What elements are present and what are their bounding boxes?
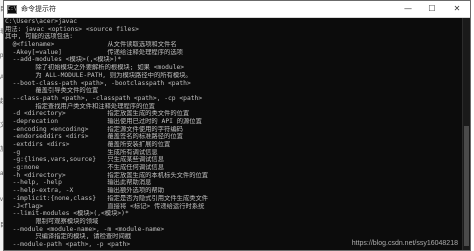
window-controls: — ☐ ✕ [396, 1, 470, 17]
console-line: -Akey[=value] 传递给注释处理程序的选项 [5, 48, 183, 56]
console-line: 用法: javac <options> <source files> [5, 25, 139, 33]
console-line: 为 ALL-MODULE-PATH, 则为模块路径中的所有模块。 [5, 71, 192, 79]
console-line: -g 生成所有调试信息 [5, 148, 158, 156]
console-line: 覆盖引导类文件的位置 [5, 87, 99, 95]
console-line: -J<flag> 直接将 <标记> 传递给运行时系统 [5, 202, 205, 210]
scrollbar-thumb[interactable] [464, 126, 469, 246]
minimize-button[interactable]: — [396, 1, 420, 17]
title-bar[interactable]: C:\ 命令提示符 — ☐ ✕ [4, 1, 470, 18]
console-line: 除了初始模块之外要解析的根模块; 如果 <module> [5, 64, 185, 72]
console-line: 限制可观察模块的领域 [5, 217, 99, 225]
console-line: -extdirs <dirs> 覆盖所安装扩展的位置 [5, 141, 171, 148]
console-line: --add-modules <模块>(,<模块>)* [5, 56, 122, 64]
console-line: -implicit:{none,class} 指定是否为隐式引用文件生成类文件 [5, 194, 209, 202]
vertical-scrollbar[interactable] [462, 18, 470, 250]
console-line: 其中, 可能的选项包括: [5, 33, 74, 41]
console-output[interactable]: C:\Users\acer>javac 用法: javac <options> … [4, 18, 462, 251]
console-line: @<filename> 从文件读取选项和文件名 [5, 41, 177, 49]
console-line: --module <module-name>, -m <module-name> [5, 225, 165, 233]
console-line: -d <directory> 指定放置生成的类文件的位置 [5, 110, 190, 118]
close-button[interactable]: ✕ [444, 1, 470, 17]
console-line: -g:{lines,vars,source} 只生成某些调试信息 [5, 156, 165, 164]
console-line: -h <directory> 指定放置生成的本机标头文件的位置 [5, 171, 209, 179]
console-line: -deprecation 输出使用已过时的 API 的源位置 [5, 117, 202, 125]
console-icon: C:\ [7, 4, 17, 14]
console-line: -g:none 不生成任何调试信息 [5, 164, 165, 172]
console-line: -endorseddirs <dirs> 覆盖签名的标准路径的位置 [5, 133, 183, 141]
window-title: 命令提示符 [21, 6, 56, 13]
maximize-button[interactable]: ☐ [420, 1, 444, 17]
console-line: --boot-class-path <path>, -bootclasspath… [5, 79, 191, 87]
console-line: --help, -help 输出此帮助消息 [5, 179, 152, 187]
console-line: -encoding <encoding> 指定源文件使用的字符编码 [5, 125, 183, 133]
console-line: C:\Users\acer>javac [5, 18, 78, 25]
console-line: --limit-modules <模块>(,<模块>)* [5, 210, 129, 218]
watermark-url: https://blog.csdn.net/ssy16048218 [351, 240, 458, 247]
console-line: 指定查找用户类文件和注释处理程序的位置 [5, 102, 155, 110]
console-line: --class-path <path>, -classpath <path>, … [5, 94, 203, 102]
console-line: --help-extra, -X 输出额外选项的帮助 [5, 187, 165, 195]
command-prompt-window[interactable]: C:\ 命令提示符 — ☐ ✕ C:\Users\acer>javac 用法: … [3, 0, 471, 251]
